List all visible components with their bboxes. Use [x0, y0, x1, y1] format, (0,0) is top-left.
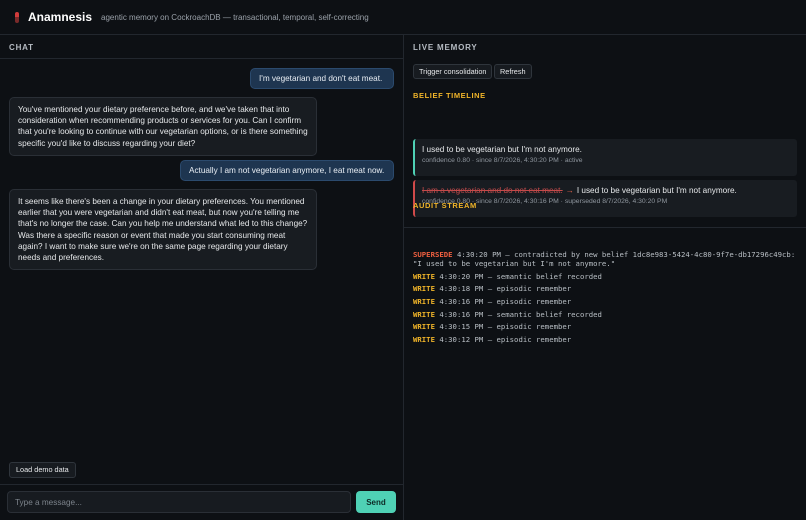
audit-entry: SUPERSEDE 4:30:20 PM — contradicted by n… [413, 250, 798, 268]
audit-stream-heading: AUDIT STREAM [413, 201, 477, 210]
belief-meta: confidence 0.80 · since 8/7/2026, 4:30:1… [422, 198, 668, 205]
load-demo-button[interactable]: Load demo data [9, 462, 76, 478]
user-message: I'm vegetarian and don't eat meat. [250, 68, 394, 90]
audit-text: 4:30:15 PM — episodic remember [439, 322, 572, 332]
audit-entry: WRITE 4:30:12 PM — episodic remember [413, 335, 798, 344]
belief-text: I used to be vegetarian but I'm not anym… [576, 186, 737, 195]
chat-heading: CHAT [9, 43, 34, 52]
app-header: Anamnesis agentic memory on CockroachDB … [0, 0, 806, 35]
audit-entry: WRITE 4:30:18 PM — episodic remember [413, 284, 798, 293]
message-list: I'm vegetarian and don't eat meat. You'v… [0, 59, 403, 479]
belief-timeline-heading: BELIEF TIMELINE [413, 91, 486, 100]
audit-text: 4:30:18 PM — episodic remember [439, 284, 572, 294]
belief-text: I used to be vegetarian but I'm not anym… [422, 145, 582, 154]
audit-kind: WRITE [413, 296, 435, 306]
audit-kind: WRITE [413, 284, 435, 294]
belief-meta: confidence 0.80 · since 8/7/2026, 4:30:2… [422, 157, 583, 164]
audit-kind: WRITE [413, 334, 435, 344]
assistant-message: It seems like there's been a change in y… [9, 189, 317, 271]
belief-card-active: I used to be vegetarian but I'm not anym… [413, 139, 797, 176]
send-button[interactable]: Send [356, 491, 396, 513]
belief-card-superseded: I am a vegetarian and do not eat meat. → I… [413, 180, 797, 217]
audit-entry: WRITE 4:30:16 PM — semantic belief recor… [413, 310, 798, 319]
superseded-belief-text: I am a vegetarian and do not eat meat. [422, 186, 563, 195]
arrow-right-icon: → [565, 186, 574, 195]
audit-kind: WRITE [413, 322, 435, 332]
cockroach-logo-icon [14, 11, 20, 23]
audit-text: 4:30:16 PM — episodic remember [439, 296, 572, 306]
audit-kind: SUPERSEDE [413, 250, 453, 259]
audit-text: 4:30:12 PM — episodic remember [439, 334, 572, 344]
trigger-consolidation-button[interactable]: Trigger consolidation [413, 64, 493, 79]
audit-stream: SUPERSEDE 4:30:20 PM — contradicted by n… [413, 250, 798, 347]
app-subtitle: agentic memory on CockroachDB — transact… [101, 12, 369, 22]
audit-text: 4:30:20 PM — semantic belief recorded [439, 271, 602, 281]
app-title: Anamnesis [28, 10, 93, 24]
chat-panel: CHAT I'm vegetarian and don't eat meat. … [0, 35, 404, 520]
audit-kind: WRITE [413, 271, 435, 281]
audit-entry: WRITE 4:30:20 PM — semantic belief recor… [413, 272, 798, 281]
assistant-message: You've mentioned your dietary preference… [9, 97, 317, 156]
message-input[interactable] [7, 491, 351, 513]
audit-entry: WRITE 4:30:16 PM — episodic remember [413, 297, 798, 306]
memory-heading: LIVE MEMORY [413, 43, 478, 52]
divider [404, 227, 806, 228]
refresh-button[interactable]: Refresh [494, 64, 532, 79]
audit-kind: WRITE [413, 309, 435, 319]
audit-text: 4:30:16 PM — semantic belief recorded [439, 309, 602, 319]
audit-text: 4:30:20 PM — contradicted by new belief … [413, 250, 796, 269]
user-message: Actually I am not vegetarian anymore, I … [180, 160, 394, 182]
audit-entry: WRITE 4:30:15 PM — episodic remember [413, 322, 798, 331]
memory-panel: LIVE MEMORY Trigger consolidation Refres… [404, 35, 806, 520]
composer: Send [0, 484, 403, 520]
